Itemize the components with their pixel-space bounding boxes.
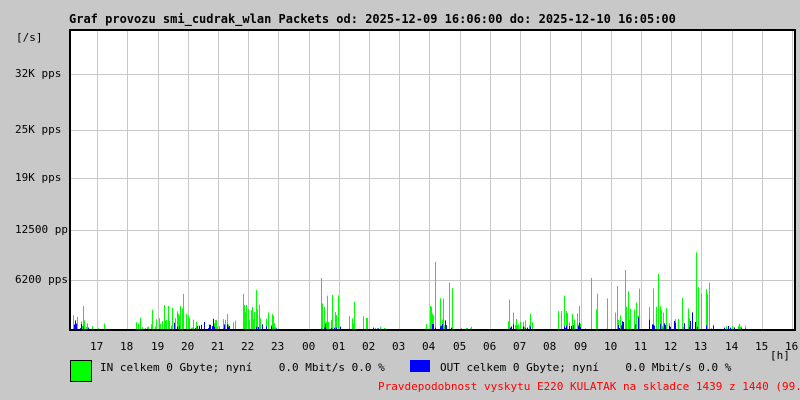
legend-out-swatch — [410, 360, 430, 372]
traffic-graph: Graf provozu smi_cudrak_wlan Packets od:… — [0, 0, 800, 400]
legend-in-swatch — [70, 360, 92, 382]
plot-area — [67, 29, 796, 331]
legend-out-text: OUT celkem 0 Gbyte; nyní 0.0 Mbit/s 0.0 … — [440, 361, 732, 374]
legend-in-text: IN celkem 0 Gbyte; nyní 0.0 Mbit/s 0.0 % — [100, 361, 385, 374]
footer-note: Pravdepodobnost vyskytu E220 KULATAK na … — [378, 380, 800, 393]
